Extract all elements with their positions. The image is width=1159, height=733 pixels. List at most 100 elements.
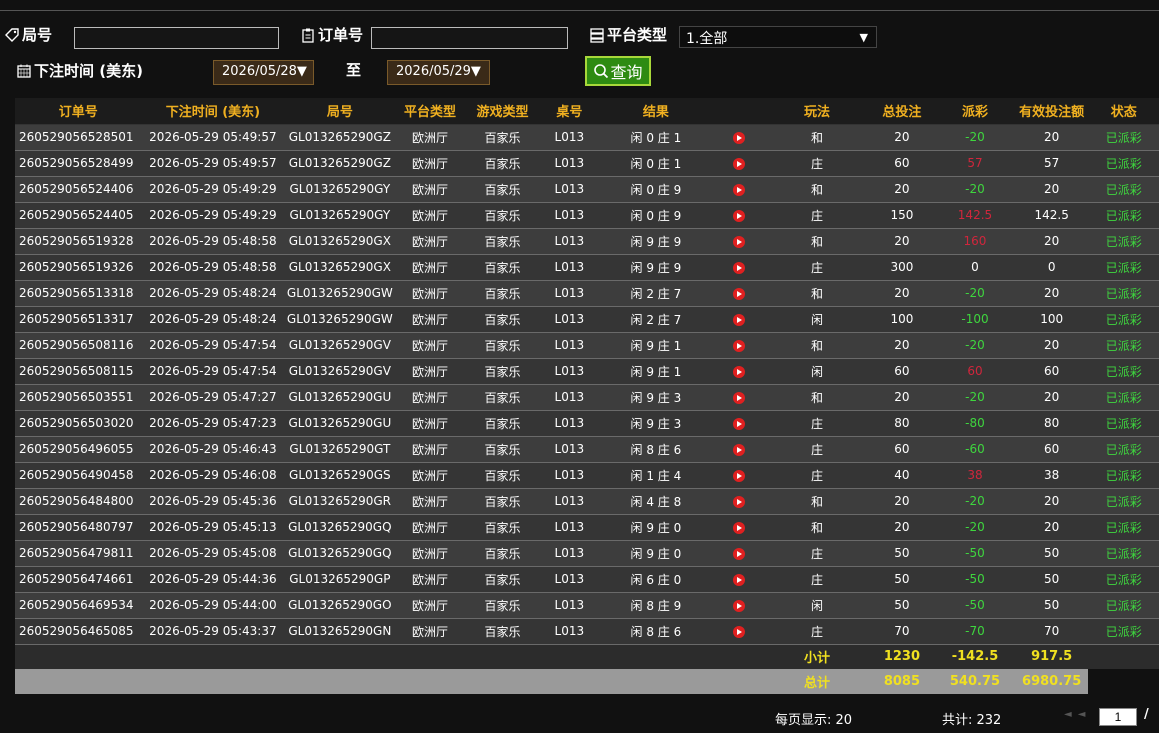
empty-cell [464, 669, 541, 694]
game-type-cell: 百家乐 [464, 514, 541, 541]
play-icon[interactable] [733, 495, 746, 508]
table-cell: L013 [540, 384, 599, 411]
bet-time-cell: 2026-05-29 05:48:58 [141, 254, 285, 281]
total-bet-cell: 20 [868, 488, 936, 515]
table-row: 260529056524405 2026-05-29 05:49:29 GL0132… [15, 202, 1159, 229]
platform-cell: 欧洲厅 [395, 514, 465, 541]
order-id-cell: 260529056508115 [15, 358, 142, 385]
pagination-footer: 每页显示: 20 共计: 232 ◄◄ / [0, 704, 1159, 730]
payout-cell: -80 [935, 410, 1015, 437]
play-icon[interactable] [733, 209, 746, 222]
play-icon[interactable] [733, 625, 746, 638]
bet-type-cell: 闲 [765, 592, 869, 619]
bet-time-cell: 2026-05-29 05:47:54 [141, 332, 285, 359]
table-cell: L013 [540, 592, 599, 619]
play-icon[interactable] [733, 573, 746, 586]
play-cell [713, 436, 766, 463]
valid-bet-cell: 20 [1014, 384, 1089, 411]
play-icon[interactable] [733, 339, 746, 352]
order-id-cell: 260529056513317 [15, 306, 142, 333]
bet-time-cell: 2026-05-29 05:49:29 [141, 202, 285, 229]
total-bet-cell: 300 [868, 254, 936, 281]
total-bet-cell: 50 [868, 566, 936, 593]
empty-cell [141, 669, 285, 694]
table-row: 260529056519326 2026-05-29 05:48:58 GL0132… [15, 254, 1159, 281]
order-id-cell: 260529056490458 [15, 462, 142, 489]
play-icon[interactable] [733, 183, 746, 196]
column-header: 结果 [598, 98, 714, 125]
round-input[interactable] [74, 27, 279, 49]
table-cell: L013 [540, 228, 599, 255]
play-icon[interactable] [733, 443, 746, 456]
empty-cell [284, 644, 396, 669]
total-bet-cell: 50 [868, 592, 936, 619]
result-cell: 闲 0 庄 1 [598, 124, 714, 151]
play-icon[interactable] [733, 131, 746, 144]
empty-cell [395, 669, 465, 694]
play-icon[interactable] [733, 157, 746, 170]
valid-bet-cell: 20 [1014, 332, 1089, 359]
total-bet: 8085 [868, 669, 936, 694]
round-cell: GL013265290GX [284, 228, 396, 255]
valid-bet-cell: 0 [1014, 254, 1089, 281]
play-icon[interactable] [733, 235, 746, 248]
play-icon[interactable] [733, 417, 746, 430]
valid-bet-cell: 142.5 [1014, 202, 1089, 229]
result-cell: 闲 9 庄 3 [598, 384, 714, 411]
play-icon[interactable] [733, 521, 746, 534]
platform-select[interactable]: 1.全部 ▼ [679, 26, 877, 48]
result-cell: 闲 2 庄 7 [598, 306, 714, 333]
round-cell: GL013265290GW [284, 280, 396, 307]
valid-bet-cell: 20 [1014, 280, 1089, 307]
query-button-label: 查询 [610, 63, 643, 82]
bet-time-cell: 2026-05-29 05:48:58 [141, 228, 285, 255]
time-label-text: 下注时间 (美东) [34, 62, 143, 80]
play-cell [713, 332, 766, 359]
result-cell: 闲 4 庄 8 [598, 488, 714, 515]
query-button[interactable]: 查询 [585, 56, 651, 86]
bet-type-cell: 和 [765, 514, 869, 541]
game-type-cell: 百家乐 [464, 436, 541, 463]
play-icon[interactable] [733, 599, 746, 612]
platform-cell: 欧洲厅 [395, 592, 465, 619]
bet-time-cell: 2026-05-29 05:46:43 [141, 436, 285, 463]
result-cell: 闲 0 庄 9 [598, 202, 714, 229]
empty-cell [713, 644, 766, 669]
play-icon[interactable] [733, 391, 746, 404]
platform-cell: 欧洲厅 [395, 150, 465, 177]
play-cell [713, 150, 766, 177]
total-bet-cell: 20 [868, 332, 936, 359]
platform-cell: 欧洲厅 [395, 540, 465, 567]
order-input[interactable] [371, 27, 568, 49]
play-icon[interactable] [733, 261, 746, 274]
valid-bet-cell: 80 [1014, 410, 1089, 437]
play-cell [713, 488, 766, 515]
bet-type-cell: 和 [765, 124, 869, 151]
bet-type-cell: 庄 [765, 540, 869, 567]
date-to-picker[interactable]: 2026/05/29▼ [387, 60, 490, 85]
prev-page-icon[interactable]: ◄◄ [1064, 709, 1091, 720]
table-row: 260529056528501 2026-05-29 05:49:57 GL0132… [15, 124, 1159, 151]
platform-cell: 欧洲厅 [395, 332, 465, 359]
status-cell: 已派彩 [1088, 332, 1159, 359]
play-icon[interactable] [733, 469, 746, 482]
round-cell: GL013265290GO [284, 592, 396, 619]
page-number-input[interactable] [1099, 708, 1137, 726]
to-label: 至 [346, 61, 362, 79]
table-cell: L013 [540, 150, 599, 177]
play-icon[interactable] [733, 313, 746, 326]
game-type-cell: 百家乐 [464, 618, 541, 645]
order-id-cell: 260529056484800 [15, 488, 142, 515]
total-bet-cell: 50 [868, 540, 936, 567]
play-icon[interactable] [733, 365, 746, 378]
status-cell: 已派彩 [1088, 540, 1159, 567]
order-id-cell: 260529056479811 [15, 540, 142, 567]
round-cell: GL013265290GR [284, 488, 396, 515]
time-filter-label: 下注时间 (美东) [16, 60, 143, 81]
play-icon[interactable] [733, 547, 746, 560]
play-icon[interactable] [733, 287, 746, 300]
payout-cell: -50 [935, 540, 1015, 567]
date-from-picker[interactable]: 2026/05/28▼ [213, 60, 314, 85]
valid-bet-cell: 20 [1014, 176, 1089, 203]
order-id-cell: 260529056524405 [15, 202, 142, 229]
